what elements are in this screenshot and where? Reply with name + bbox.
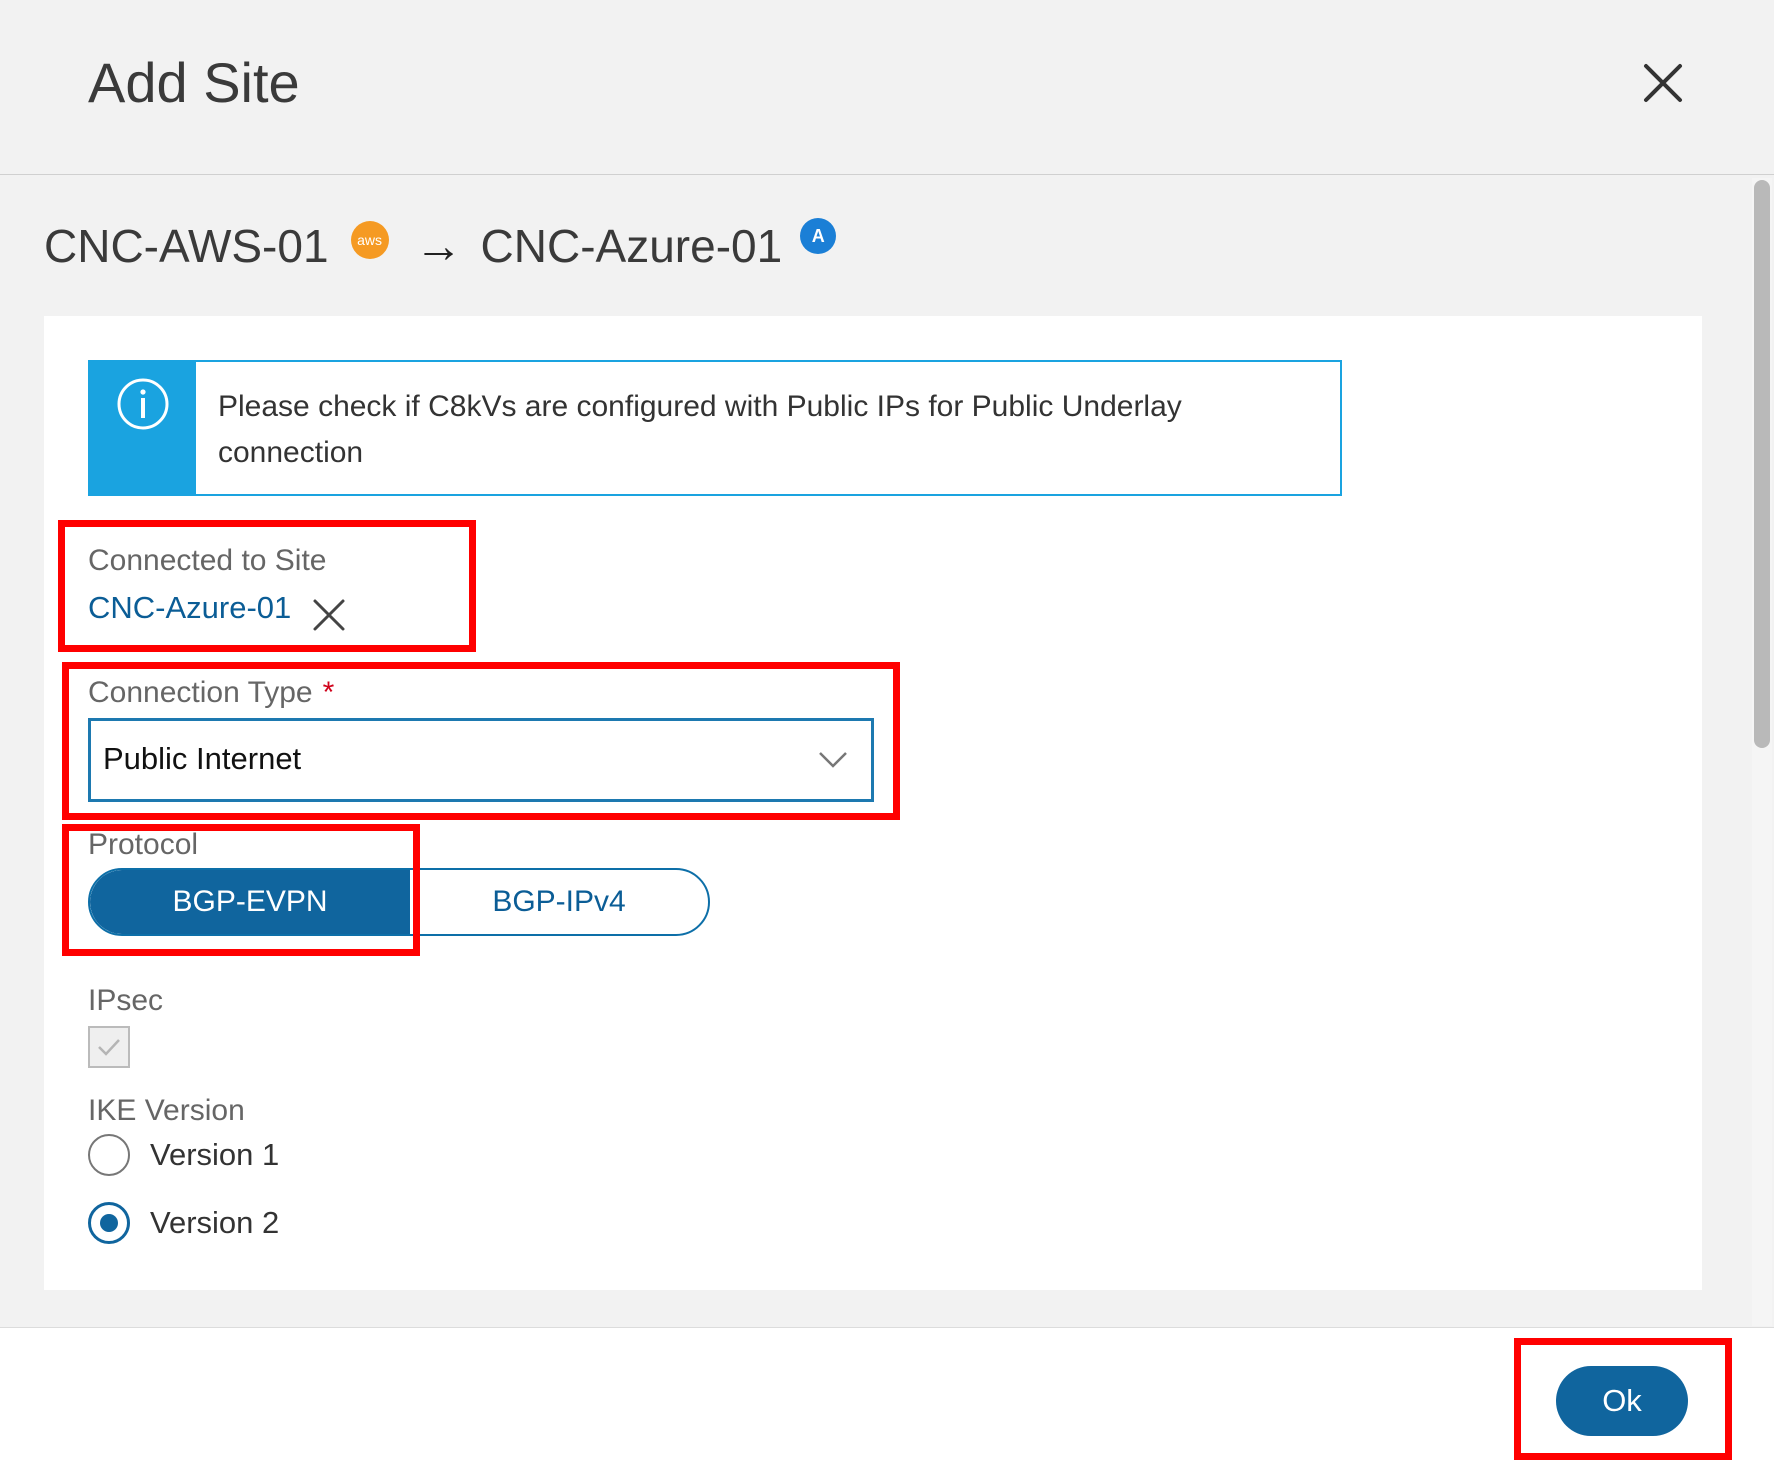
arrow-right-icon: → xyxy=(414,219,463,273)
aws-icon: aws xyxy=(350,221,389,259)
ike-version-2-radio[interactable]: Version 2 xyxy=(88,1202,279,1244)
protocol-option-bgp-ipv4[interactable]: BGP-IPv4 xyxy=(410,870,708,934)
scrollbar-thumb[interactable] xyxy=(1754,180,1770,748)
site-route-heading: CNC-AWS-01 aws → CNC-Azure-01 A xyxy=(44,218,837,274)
radio-button-unchecked[interactable] xyxy=(88,1134,130,1176)
dialog-title: Add Site xyxy=(88,51,300,114)
ike-version-1-radio[interactable]: Version 1 xyxy=(88,1134,279,1176)
banner-message: Please check if C8kVs are configured wit… xyxy=(218,390,1182,469)
dialog-header: Add Site xyxy=(0,0,1774,175)
highlight-box-connection-type xyxy=(62,662,900,820)
info-icon xyxy=(90,362,196,494)
checkmark-icon xyxy=(98,1039,120,1056)
ike-version-label: IKE Version xyxy=(88,1094,245,1127)
azure-icon: A xyxy=(800,218,837,254)
ipsec-label: IPsec xyxy=(88,984,164,1017)
ike-version-2-label: Version 2 xyxy=(150,1205,280,1240)
destination-site-name: CNC-Azure-01 xyxy=(480,220,783,272)
highlight-box-ok xyxy=(1514,1338,1732,1460)
radio-button-checked[interactable] xyxy=(88,1202,130,1244)
info-banner: Please check if C8kVs are configured wit… xyxy=(88,360,1342,496)
ike-version-1-label: Version 1 xyxy=(150,1137,280,1172)
highlight-box-connected-site xyxy=(58,520,476,652)
highlight-box-protocol xyxy=(62,824,420,956)
dialog-footer xyxy=(0,1327,1774,1468)
ipsec-checkbox[interactable] xyxy=(88,1026,130,1068)
close-icon[interactable] xyxy=(1640,60,1686,106)
source-site-name: CNC-AWS-01 xyxy=(44,220,329,272)
